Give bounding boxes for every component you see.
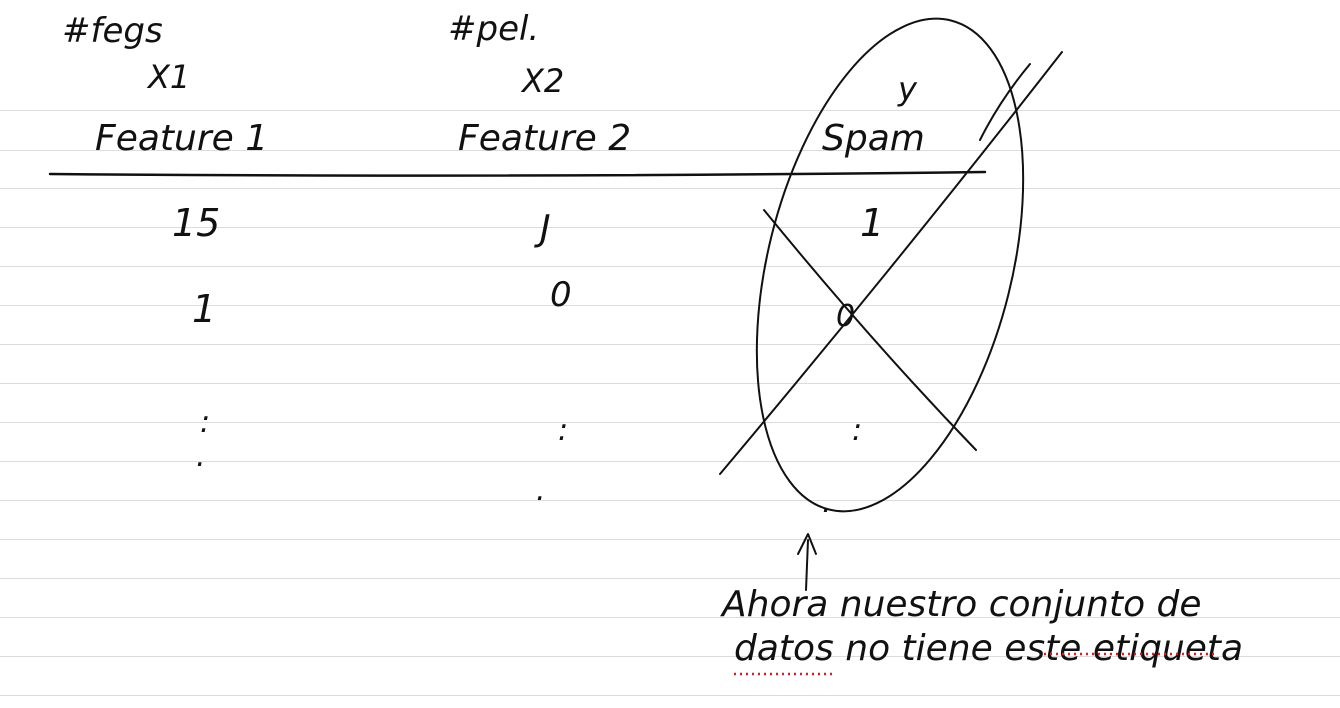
col2-value-3: : <box>558 413 568 448</box>
col3-value-4: . <box>822 485 832 520</box>
col1-value-2: 1 <box>192 287 216 331</box>
cross-out-stroke <box>763 209 977 451</box>
cross-out-stroke <box>719 51 1063 475</box>
note-line-1: Ahora nuestro conjunto de <box>720 584 1202 625</box>
notebook-page: #fegs X1 Feature 1 #pel. X2 Feature 2 y … <box>0 0 1340 708</box>
col1-value-3: : <box>200 405 210 440</box>
col1-value-1: 15 <box>172 201 220 245</box>
col2-tag: #pel. <box>448 9 539 49</box>
col2-value-1: J <box>534 208 551 249</box>
col2-feature: Feature 2 <box>458 118 631 159</box>
col3-value-2: 0 <box>836 299 855 334</box>
col3-var: y <box>897 70 918 108</box>
col2-value-4: . <box>536 473 546 508</box>
note-line-2: datos no tiene este etiqueta <box>734 628 1243 669</box>
col2-value-2: 0 <box>550 275 572 315</box>
col2-var: X2 <box>520 62 564 100</box>
header-underline <box>48 170 987 177</box>
col1-value-4: . <box>196 439 206 474</box>
handwriting-layer: #fegs X1 Feature 1 #pel. X2 Feature 2 y … <box>48 9 1243 676</box>
col3-value-1: 1 <box>860 201 884 245</box>
arrow-line <box>805 539 809 591</box>
col1-tag: #fegs <box>62 11 163 51</box>
col1-feature: Feature 1 <box>95 118 268 159</box>
col1-var: X1 <box>146 58 190 96</box>
col3-value-3: : <box>852 413 862 448</box>
col3-feature: Spam <box>822 118 925 159</box>
